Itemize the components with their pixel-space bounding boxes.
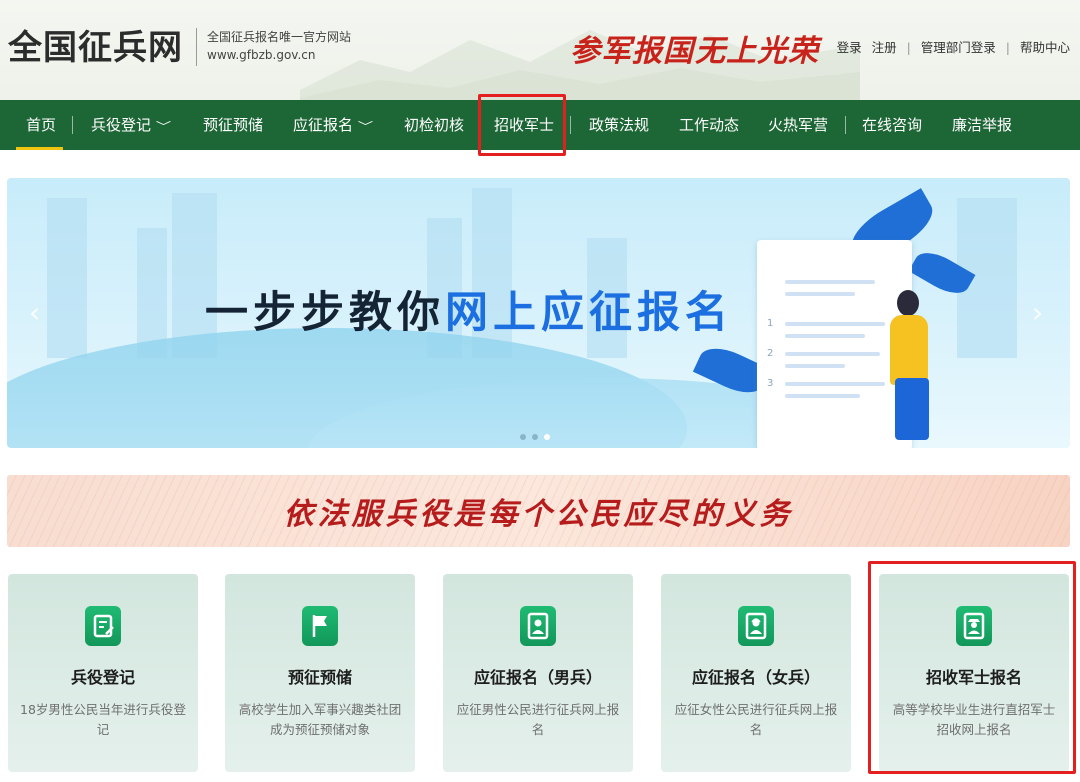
nav-item-label: 兵役登记: [91, 116, 152, 134]
banner-title-plain: 一步步教你: [205, 288, 445, 338]
register-link[interactable]: 注册: [872, 40, 897, 55]
top-links: 登录 注册 | 管理部门登录 | 帮助中心: [837, 37, 1070, 56]
nav-item-label: 在线咨询: [862, 116, 923, 134]
nav-item-home[interactable]: 首页: [26, 100, 56, 150]
document-line: [785, 334, 865, 338]
nav-item-military-registration[interactable]: 兵役登记 ﹀: [91, 100, 172, 150]
chevron-down-icon: ﹀: [357, 120, 374, 133]
site-subtitle-text: 全国征兵报名唯一官方网站: [207, 30, 352, 44]
nav-divider: [570, 116, 571, 134]
document-line: [785, 280, 875, 284]
document-line: [785, 382, 885, 386]
female-id-card-icon: [738, 606, 774, 646]
card-title: 兵役登记: [70, 668, 135, 687]
site-subtitle: 全国征兵报名唯一官方网站 www.gfbzb.gov.cn: [207, 28, 351, 64]
document-line: [785, 394, 860, 398]
link-separator: |: [1005, 40, 1010, 55]
carousel-dots: [520, 425, 556, 444]
chevron-down-icon: ﹀: [155, 120, 172, 133]
flag-icon: [302, 606, 338, 646]
person-illustration: [890, 315, 928, 385]
nav-item-report[interactable]: 廉洁举报: [952, 100, 1012, 150]
highlight-box-card: [868, 561, 1076, 774]
site-logo[interactable]: 全国征兵网: [8, 20, 183, 69]
admin-login-link[interactable]: 管理部门登录: [921, 40, 996, 55]
document-line: [785, 352, 880, 356]
card-title: 应征报名（女兵）: [691, 668, 820, 687]
nav-active-indicator: [16, 147, 63, 150]
nav-item-work-news[interactable]: 工作动态: [679, 100, 739, 150]
nav-item-initial-check[interactable]: 初检初核: [404, 100, 464, 150]
slogan-banner: 依法服兵役是每个公民应尽的义务: [7, 475, 1070, 547]
help-center-link[interactable]: 帮助中心: [1020, 40, 1070, 55]
edit-document-icon: [85, 606, 121, 646]
carousel-dot[interactable]: [520, 434, 526, 440]
card-description: 应征男性公民进行征兵网上报名: [456, 702, 620, 737]
nav-item-label: 初检初核: [404, 116, 465, 134]
slogan-right: 无上光荣: [695, 34, 819, 69]
nav-item-label: 应征报名: [293, 116, 354, 134]
nav-item-label: 火热军营: [768, 116, 829, 134]
building-decoration: [47, 198, 87, 358]
card-title: 预征预储: [287, 668, 352, 687]
nav-item-label: 预征预储: [203, 116, 264, 134]
login-link[interactable]: 登录: [837, 40, 862, 55]
highlight-box-nav: [478, 94, 566, 156]
card-title: 应征报名（男兵）: [473, 668, 602, 687]
carousel-dot-active[interactable]: [544, 434, 550, 440]
nav-item-barracks[interactable]: 火热军营: [768, 100, 828, 150]
step-number: 3: [767, 378, 774, 389]
nav-item-pre-enlistment[interactable]: 预征预储: [203, 100, 263, 150]
site-url: www.gfbzb.gov.cn: [207, 48, 316, 62]
link-separator: |: [906, 40, 911, 55]
carousel-prev-icon[interactable]: ‹: [29, 298, 49, 328]
step-number: 1: [767, 318, 774, 329]
document-illustration: 1 2 3: [757, 240, 912, 448]
person-illustration: [895, 378, 929, 440]
card-description: 应征女性公民进行征兵网上报名: [674, 702, 838, 737]
step-number: 2: [767, 348, 774, 359]
card-description: 18岁男性公民当年进行兵役登记: [20, 702, 186, 737]
nav-item-label: 首页: [26, 116, 57, 134]
carousel-dot[interactable]: [532, 434, 538, 440]
nav-item-label: 政策法规: [589, 116, 650, 134]
slogan-left: 参军报国: [570, 34, 694, 69]
site-header: 全国征兵网 全国征兵报名唯一官方网站 www.gfbzb.gov.cn 参军报国…: [0, 0, 1080, 100]
document-line: [785, 292, 855, 296]
card-enlistment-female[interactable]: 应征报名（女兵） 应征女性公民进行征兵网上报名: [661, 574, 851, 772]
document-line: [785, 364, 845, 368]
nav-item-consultation[interactable]: 在线咨询: [862, 100, 922, 150]
card-pre-enlistment[interactable]: 预征预储 高校学生加入军事兴趣类社团成为预征预储对象: [225, 574, 415, 772]
person-illustration: [897, 290, 919, 316]
carousel-next-icon[interactable]: ›: [1032, 298, 1052, 328]
banner-title-highlight: 网上应征报名: [445, 288, 733, 338]
card-enlistment-male[interactable]: 应征报名（男兵） 应征男性公民进行征兵网上报名: [443, 574, 633, 772]
nav-divider: [845, 116, 846, 134]
document-line: [785, 322, 885, 326]
nav-item-enlistment-application[interactable]: 应征报名 ﹀: [293, 100, 374, 150]
nav-item-policy[interactable]: 政策法规: [589, 100, 649, 150]
nav-item-label: 廉洁举报: [952, 116, 1013, 134]
nav-item-label: 工作动态: [679, 116, 740, 134]
banner-title: 一步步教你网上应征报名: [205, 278, 733, 340]
slogan-banner-text: 依法服兵役是每个公民应尽的义务: [283, 497, 794, 532]
card-military-registration[interactable]: 兵役登记 18岁男性公民当年进行兵役登记: [8, 574, 198, 772]
hero-banner[interactable]: 一步步教你网上应征报名 1 2 3 ‹ ›: [7, 178, 1070, 448]
card-description: 高校学生加入军事兴趣类社团成为预征预储对象: [238, 702, 402, 737]
logo-divider: [196, 28, 197, 66]
male-id-card-icon: [520, 606, 556, 646]
nav-divider: [72, 116, 73, 134]
